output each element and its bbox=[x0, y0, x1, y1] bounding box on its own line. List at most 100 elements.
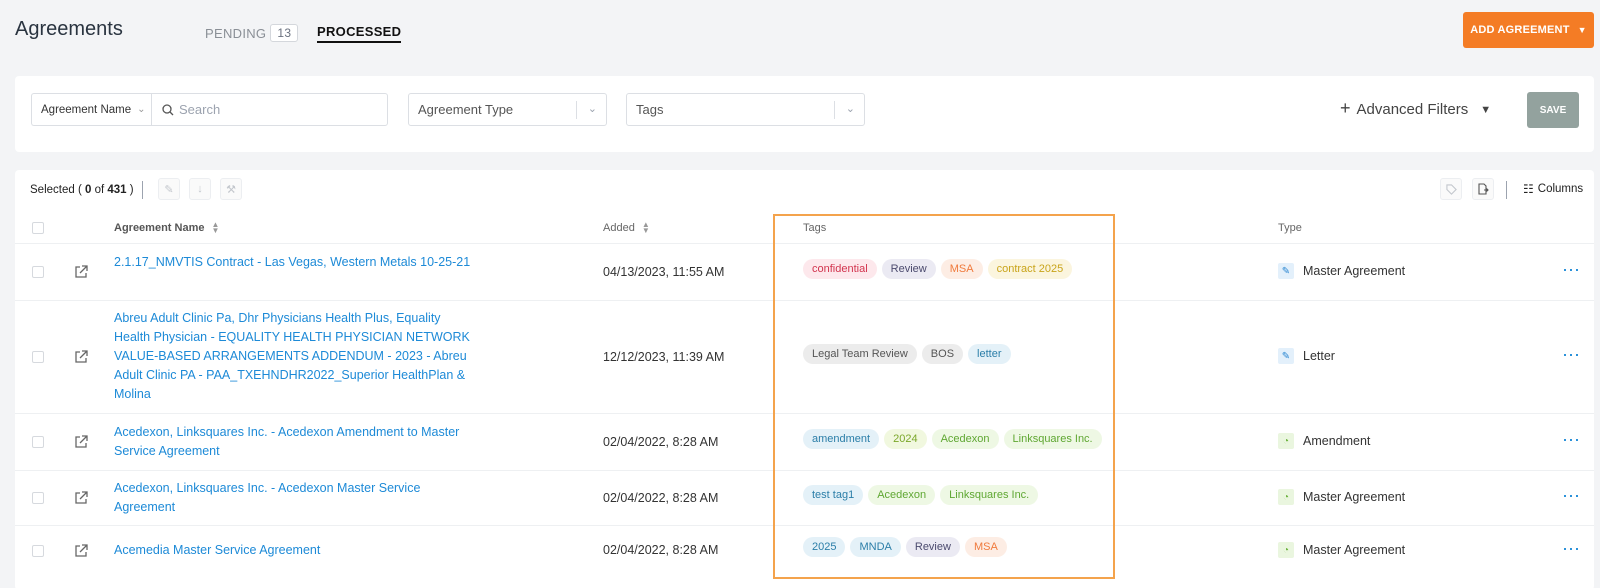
agreement-name-link[interactable]: Acemedia Master Service Agreement bbox=[114, 541, 474, 560]
external-link-icon[interactable] bbox=[74, 544, 88, 558]
advanced-filters-toggle[interactable]: + Advanced Filters ▼ bbox=[1340, 98, 1492, 119]
add-agreement-button[interactable]: ADD AGREEMENT ▼ bbox=[1463, 12, 1594, 48]
lightbulb-icon: ◔ bbox=[1278, 433, 1294, 449]
lightbulb-icon: ◔ bbox=[1278, 489, 1294, 505]
row-actions-menu[interactable]: ⋯ bbox=[1562, 430, 1581, 451]
selection-summary: Selected ( 0 of 431 ) bbox=[30, 184, 134, 196]
row-checkbox[interactable] bbox=[32, 266, 44, 278]
tag-chip[interactable]: confidential bbox=[803, 259, 877, 279]
select-all-checkbox[interactable] bbox=[32, 222, 44, 234]
filter-panel: Agreement Name ⌄ Agreement Type ⌄ Tags ⌄… bbox=[15, 76, 1594, 152]
pencil-icon: ✎ bbox=[1278, 263, 1294, 279]
tag-chip[interactable]: test tag1 bbox=[803, 485, 864, 505]
export-button[interactable] bbox=[1472, 178, 1494, 200]
export-icon bbox=[1478, 183, 1489, 195]
search-box bbox=[151, 93, 388, 126]
chevron-down-icon: ⌄ bbox=[137, 104, 146, 115]
search-field-label: Agreement Name bbox=[41, 103, 132, 116]
tag-button[interactable] bbox=[1440, 178, 1462, 200]
tag-chip[interactable]: 2025 bbox=[803, 537, 846, 557]
tag-chip[interactable]: MSA bbox=[940, 259, 983, 279]
tag-list: 2025 MNDA Review MSA bbox=[803, 537, 1007, 557]
type-label: Letter bbox=[1303, 349, 1335, 363]
columns-button[interactable]: ☷ Columns bbox=[1523, 182, 1583, 196]
row-actions-menu[interactable]: ⋯ bbox=[1562, 260, 1581, 281]
type-label: Master Agreement bbox=[1303, 264, 1406, 278]
agreement-name-link[interactable]: Acedexon, Linksquares Inc. - Acedexon Ma… bbox=[114, 479, 474, 517]
columns-icon: ☷ bbox=[1523, 182, 1534, 196]
row-actions-menu[interactable]: ⋯ bbox=[1562, 539, 1581, 560]
plus-icon: + bbox=[1340, 98, 1351, 118]
agreement-name-link[interactable]: Abreu Adult Clinic Pa, Dhr Physicians He… bbox=[114, 309, 474, 404]
tab-pending-label: PENDING bbox=[205, 25, 267, 41]
tag-chip[interactable]: contract 2025 bbox=[987, 259, 1073, 279]
selected-prefix: Selected ( bbox=[30, 184, 82, 196]
edit-button[interactable]: ✎ bbox=[158, 178, 180, 200]
select-divider bbox=[576, 101, 577, 119]
chevron-down-icon: ⌄ bbox=[587, 103, 597, 115]
tag-chip[interactable]: BOS bbox=[921, 344, 964, 364]
type-cell: ✎ Letter bbox=[1278, 348, 1335, 364]
tag-chip[interactable]: 2024 bbox=[884, 429, 927, 449]
added-date: 02/04/2022, 8:28 AM bbox=[603, 491, 719, 505]
advanced-filters-label: Advanced Filters bbox=[1356, 101, 1469, 118]
row-actions-menu[interactable]: ⋯ bbox=[1562, 486, 1581, 507]
download-button[interactable]: ↓ bbox=[189, 178, 211, 200]
column-header-name-label: Agreement Name bbox=[114, 222, 205, 234]
column-header-added[interactable]: Added ▲ ▼ bbox=[603, 220, 650, 236]
row-checkbox[interactable] bbox=[32, 492, 44, 504]
bulk-action-button[interactable]: ⚒ bbox=[220, 178, 242, 200]
column-header-type: Type bbox=[1278, 222, 1302, 234]
caret-down-icon: ▼ bbox=[1480, 103, 1492, 116]
agreement-type-select[interactable]: Agreement Type ⌄ bbox=[408, 93, 607, 126]
column-header-added-label: Added bbox=[603, 222, 635, 234]
external-link-icon[interactable] bbox=[74, 350, 88, 364]
tab-processed[interactable]: PROCESSED bbox=[317, 24, 402, 43]
tag-list: Legal Team Review BOS letter bbox=[803, 344, 1011, 364]
column-header-name[interactable]: Agreement Name ▲ ▼ bbox=[114, 221, 219, 235]
tag-chip[interactable]: Legal Team Review bbox=[803, 344, 917, 364]
tag-chip[interactable]: Review bbox=[881, 259, 936, 279]
added-date: 12/12/2023, 11:39 AM bbox=[603, 350, 725, 364]
agreement-name-link[interactable]: 2.1.17_NMVTIS Contract - Las Vegas, West… bbox=[114, 253, 474, 272]
table-row: Acemedia Master Service Agreement 02/04/… bbox=[15, 526, 1594, 576]
added-date: 02/04/2022, 8:28 AM bbox=[603, 435, 719, 449]
row-checkbox[interactable] bbox=[32, 545, 44, 557]
save-button[interactable]: SAVE bbox=[1527, 92, 1579, 128]
tag-chip[interactable]: Acedexon bbox=[868, 485, 936, 505]
tag-chip[interactable]: Review bbox=[905, 537, 960, 557]
search-input[interactable] bbox=[179, 102, 369, 117]
external-link-icon[interactable] bbox=[74, 265, 88, 279]
external-link-icon[interactable] bbox=[74, 435, 88, 449]
type-label: Master Agreement bbox=[1303, 490, 1406, 504]
tab-pending[interactable]: PENDING 13 bbox=[205, 24, 299, 42]
tag-chip[interactable]: Linksquares Inc. bbox=[940, 485, 1039, 505]
tag-list: test tag1 Acedexon Linksquares Inc. bbox=[803, 485, 1039, 505]
tag-chip[interactable]: MSA bbox=[964, 537, 1007, 557]
table-row: Abreu Adult Clinic Pa, Dhr Physicians He… bbox=[15, 301, 1594, 413]
tag-list: amendment 2024 Acedexon Linksquares Inc. bbox=[803, 429, 1102, 449]
sort-icon: ▲ ▼ bbox=[641, 220, 650, 236]
external-link-icon[interactable] bbox=[74, 491, 88, 505]
tags-select[interactable]: Tags ⌄ bbox=[626, 93, 865, 126]
tag-chip[interactable]: amendment bbox=[803, 429, 880, 449]
tag-chip[interactable]: Acedexon bbox=[931, 429, 999, 449]
added-date: 02/04/2022, 8:28 AM bbox=[603, 543, 719, 557]
table-row: 2.1.17_NMVTIS Contract - Las Vegas, West… bbox=[15, 244, 1594, 300]
row-checkbox[interactable] bbox=[32, 351, 44, 363]
lightbulb-icon: ◔ bbox=[1278, 542, 1294, 558]
agreement-name-link[interactable]: Acedexon, Linksquares Inc. - Acedexon Am… bbox=[114, 423, 474, 461]
tag-chip[interactable]: letter bbox=[968, 344, 1011, 364]
tag-chip[interactable]: MNDA bbox=[850, 537, 901, 557]
added-date: 04/13/2023, 11:55 AM bbox=[603, 265, 725, 279]
select-divider bbox=[834, 101, 835, 119]
add-agreement-label: ADD AGREEMENT bbox=[1470, 24, 1570, 36]
pending-count-badge: 13 bbox=[270, 24, 299, 42]
row-actions-menu[interactable]: ⋯ bbox=[1562, 345, 1581, 366]
tag-chip[interactable]: Linksquares Inc. bbox=[1003, 429, 1102, 449]
search-field-select[interactable]: Agreement Name ⌄ bbox=[31, 93, 151, 126]
type-cell: ◔ Master Agreement bbox=[1278, 489, 1405, 505]
type-cell: ✎ Master Agreement bbox=[1278, 263, 1405, 279]
row-checkbox[interactable] bbox=[32, 436, 44, 448]
type-cell: ◔ Amendment bbox=[1278, 433, 1370, 449]
